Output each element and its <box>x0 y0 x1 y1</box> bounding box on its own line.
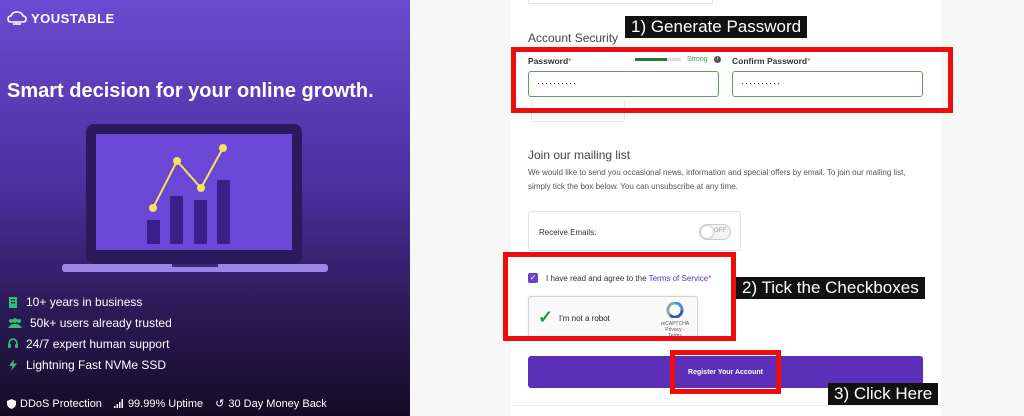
users-icon <box>8 317 22 328</box>
annotation-box-checkboxes <box>503 252 736 341</box>
annotation-step1: 1) Generate Password <box>625 16 808 38</box>
feature-item: 24/7 expert human support <box>7 333 172 354</box>
signal-icon <box>113 399 123 408</box>
promo-headline: Smart decision for your online growth. <box>7 80 374 102</box>
annotation-box-register <box>670 350 781 394</box>
feature-text: 10+ years in business <box>26 294 143 309</box>
shield-icon <box>7 398 16 409</box>
headset-icon <box>8 337 18 348</box>
promo-panel: YOUSTABLE Smart decision for your online… <box>0 0 410 416</box>
toggle-state: OFF <box>714 228 726 234</box>
lightning-icon <box>9 358 17 371</box>
feature-item: Lightning Fast NVMe SSD <box>7 354 172 375</box>
receive-emails-toggle[interactable]: OFF <box>699 224 731 240</box>
feature-list: 10+ years in business 50k+ users already… <box>7 291 172 375</box>
cloud-logo-icon <box>7 11 27 25</box>
previous-field-edge <box>528 0 713 4</box>
receive-emails-box: Receive Emails: OFF <box>528 211 741 251</box>
account-security-title: Account Security <box>528 31 619 45</box>
trust-item: 99.99% Uptime <box>113 398 203 410</box>
annotation-step2: 2) Tick the Checkboxes <box>736 277 925 299</box>
trust-bar: DDoS Protection 99.99% Uptime ↺ 30 Day M… <box>7 397 327 410</box>
feature-text: 50k+ users already trusted <box>30 315 172 330</box>
annotation-step3: 3) Click Here <box>828 383 939 405</box>
form-divider <box>511 405 941 406</box>
feature-text: 24/7 expert human support <box>26 336 170 351</box>
feature-item: 50k+ users already trusted <box>7 312 172 333</box>
registration-page: YOUSTABLE Smart decision for your online… <box>0 0 1024 416</box>
feature-item: 10+ years in business <box>7 291 172 312</box>
toggle-knob <box>701 226 713 238</box>
feature-text: Lightning Fast NVMe SSD <box>26 357 167 372</box>
laptop-chart-illustration <box>62 124 328 272</box>
trust-item: ↺ 30 Day Money Back <box>215 397 327 411</box>
receive-emails-label: Receive Emails: <box>539 228 597 237</box>
brand-name: YOUSTABLE <box>31 10 115 26</box>
undo-icon: ↺ <box>215 398 225 410</box>
annotation-box-password <box>511 47 953 113</box>
mailing-list-description: We would like to send you occasional new… <box>528 168 906 191</box>
mailing-list-title: Join our mailing list <box>528 148 631 162</box>
brand-logo[interactable]: YOUSTABLE <box>7 9 115 27</box>
trust-item: DDoS Protection <box>7 398 102 410</box>
building-icon <box>9 296 17 308</box>
